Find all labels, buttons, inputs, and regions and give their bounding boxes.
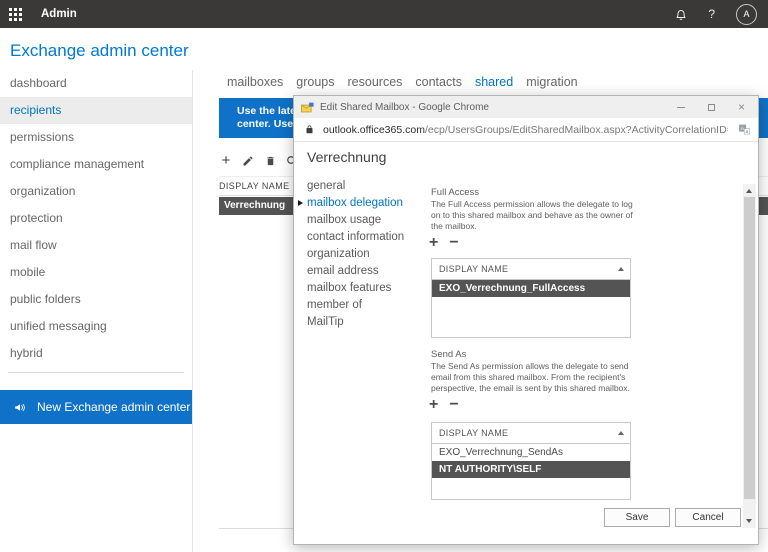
sort-ascending-icon [618,267,624,271]
app-launcher-waffle-icon[interactable] [9,8,22,21]
full-access-table: DISPLAY NAME EXO_Verrechnung_FullAccess [431,258,631,338]
nav-item-mailbox-usage[interactable]: mailbox usage [307,212,404,229]
sidebar-item-organization[interactable]: organization [0,178,192,205]
full-access-remove-icon[interactable]: − [449,235,458,251]
popup-scrollbar[interactable] [743,184,756,528]
cancel-button[interactable]: Cancel [675,508,741,527]
sidebar-divider [8,372,184,373]
send-as-title: Send As [431,349,466,360]
new-exchange-admin-center-button[interactable]: New Exchange admin center [0,390,192,424]
send-as-table: DISPLAY NAME EXO_Verrechnung_SendAs NT A… [431,422,631,500]
delete-trash-icon[interactable] [263,154,277,168]
sidebar-item-hybrid[interactable]: hybrid [0,340,192,367]
tab-groups[interactable]: groups [296,75,334,89]
sort-ascending-icon [618,431,624,435]
edit-mailbox-content: Verrechnung general mailbox delegation m… [294,141,758,544]
send-as-column-header[interactable]: DISPLAY NAME [432,423,630,444]
sidebar-item-mail-flow[interactable]: mail flow [0,232,192,259]
add-icon[interactable]: + [219,154,233,168]
tab-migration[interactable]: migration [526,75,577,89]
shared-mailbox-window-icon [301,102,314,113]
sidebar-nav: dashboard recipients permissions complia… [0,70,193,552]
sidebar-item-protection[interactable]: protection [0,205,192,232]
nav-item-contact-information[interactable]: contact information [307,229,404,246]
scrollbar-thumb[interactable] [744,197,755,499]
full-access-add-icon[interactable]: + [429,235,438,251]
tab-mailboxes[interactable]: mailboxes [227,75,283,89]
minimize-button[interactable] [677,107,685,108]
full-access-title: Full Access [431,187,479,198]
url-path: /ecp/UsersGroups/EditSharedMailbox.aspx?… [425,124,728,136]
scroll-down-icon[interactable] [746,519,752,523]
nav-item-organization[interactable]: organization [307,246,404,263]
table-row[interactable]: EXO_Verrechnung_SendAs [432,444,630,461]
tab-shared[interactable]: shared [475,75,513,89]
app-title: Admin [41,8,77,20]
sidebar-item-recipients[interactable]: recipients [0,97,192,124]
url-host: outlook.office365.com [323,124,425,136]
megaphone-icon [12,401,27,414]
mailbox-name-heading: Verrechnung [307,149,386,165]
lock-icon [305,124,314,135]
page-title: Exchange admin center [10,41,189,61]
window-title: Edit Shared Mailbox - Google Chrome [320,102,489,113]
nav-item-mailtip[interactable]: MailTip [307,314,404,331]
nav-item-email-address[interactable]: email address [307,263,404,280]
account-avatar[interactable]: A [736,4,757,25]
send-as-actions: + − [429,397,459,413]
nav-item-member-of[interactable]: member of [307,297,404,314]
full-access-description: The Full Access permission allows the de… [431,199,644,232]
tab-contacts[interactable]: contacts [415,75,462,89]
recipient-tabs: mailboxes groups resources contacts shar… [227,75,578,89]
window-title-bar[interactable]: Edit Shared Mailbox - Google Chrome × [294,96,758,118]
sidebar-item-compliance-management[interactable]: compliance management [0,151,192,178]
table-row[interactable]: NT AUTHORITY\SELF [432,461,630,478]
close-icon[interactable]: × [738,96,745,118]
notifications-bell-icon[interactable] [675,8,687,21]
translate-page-icon[interactable]: A a [738,123,751,136]
edit-shared-mailbox-window: Edit Shared Mailbox - Google Chrome × ou… [293,95,759,545]
top-app-bar: Admin ? A [0,0,768,28]
save-button[interactable]: Save [604,508,670,527]
sidebar-item-public-folders[interactable]: public folders [0,286,192,313]
tab-resources[interactable]: resources [348,75,403,89]
edit-pencil-icon[interactable] [241,154,255,168]
scroll-up-icon[interactable] [746,189,752,193]
new-exchange-admin-center-label: New Exchange admin center [37,400,190,414]
nav-item-mailbox-delegation[interactable]: mailbox delegation [307,195,404,212]
send-as-add-icon[interactable]: + [429,397,438,413]
nav-item-mailbox-features[interactable]: mailbox features [307,280,404,297]
sidebar-item-unified-messaging[interactable]: unified messaging [0,313,192,340]
sidebar-item-permissions[interactable]: permissions [0,124,192,151]
maximize-button[interactable] [708,104,715,111]
send-as-description: The Send As permission allows the delega… [431,361,644,394]
send-as-remove-icon[interactable]: − [449,397,458,413]
sidebar-item-mobile[interactable]: mobile [0,259,192,286]
nav-item-general[interactable]: general [307,178,404,195]
full-access-column-header[interactable]: DISPLAY NAME [432,259,630,280]
browser-address-bar[interactable]: outlook.office365.com/ecp/UsersGroups/Ed… [294,118,758,142]
mailbox-settings-nav: general mailbox delegation mailbox usage… [307,178,404,331]
table-row[interactable]: EXO_Verrechnung_FullAccess [432,280,630,297]
page-url: outlook.office365.com/ecp/UsersGroups/Ed… [323,124,728,136]
help-icon[interactable]: ? [708,7,715,21]
sidebar-item-dashboard[interactable]: dashboard [0,70,192,97]
full-access-actions: + − [429,235,459,251]
